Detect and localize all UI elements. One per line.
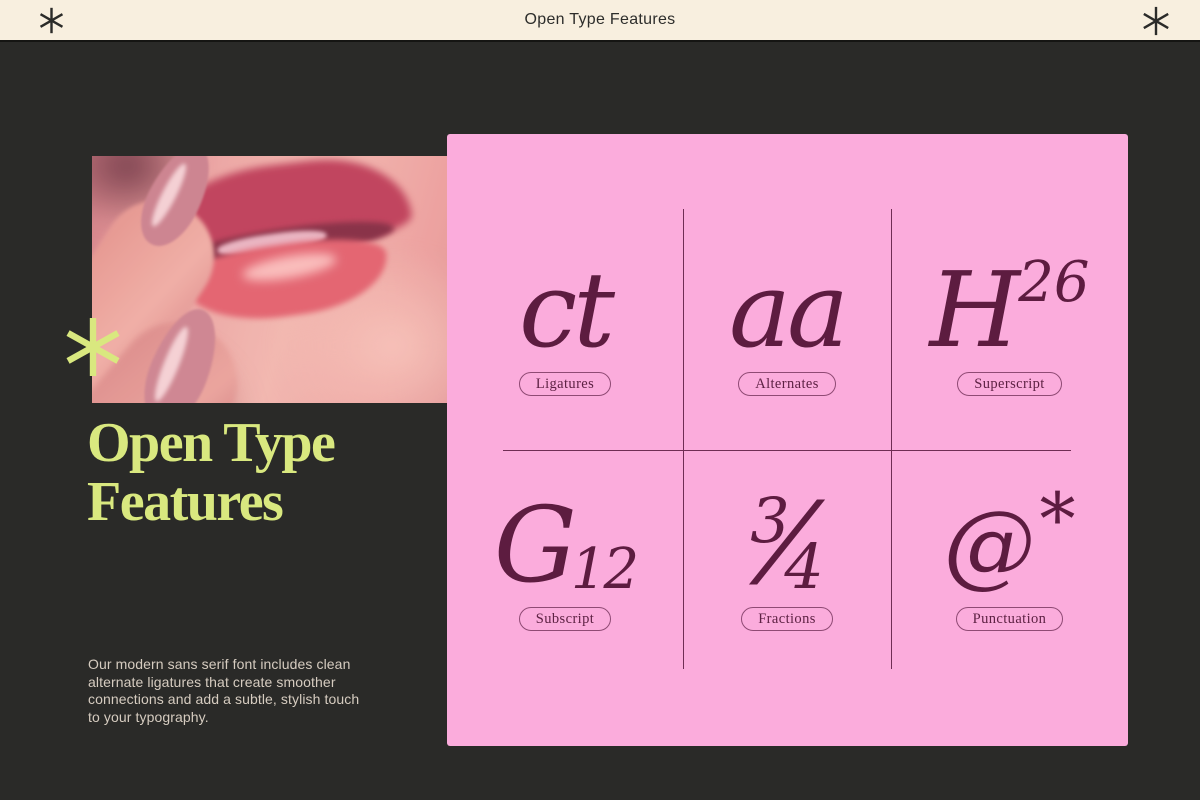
feature-label: Punctuation (973, 611, 1047, 628)
fraction-glyph: 3 ⁄ 4 (750, 489, 824, 601)
feature-cell-subscript: G 12 Subscript (447, 450, 683, 746)
description-text: Our modern sans serif font includes clea… (88, 656, 372, 726)
feature-cell-punctuation: @ * Punctuation (891, 450, 1128, 746)
alternates-glyph: aa (729, 254, 845, 366)
photo-tint-overlay (92, 156, 456, 403)
feature-cell-fractions: 3 ⁄ 4 Fractions (683, 450, 891, 746)
feature-label-pill: Superscript (957, 372, 1061, 396)
punctuation-glyph: @ * (944, 489, 1076, 601)
feature-label-pill: Subscript (519, 607, 611, 631)
feature-label-pill: Fractions (741, 607, 833, 631)
features-card: ct Ligatures aa Alternates H 26 Superscr… (447, 134, 1128, 746)
feature-label-pill: Ligatures (519, 372, 611, 396)
ligature-glyph: ct (519, 254, 611, 366)
subscript-glyph: G 12 (494, 489, 636, 601)
heading-line-2: Features (87, 473, 334, 532)
lips-photo (92, 156, 456, 403)
asterisk-icon (38, 7, 65, 34)
feature-cell-ligatures: ct Ligatures (447, 134, 683, 450)
feature-label-pill: Punctuation (956, 607, 1064, 631)
slide: Open Type Features (0, 0, 1200, 800)
feature-label: Alternates (755, 376, 819, 393)
feature-label-pill: Alternates (738, 372, 836, 396)
heading-line-1: Open Type (87, 414, 334, 473)
page-title: Open Type Features (525, 11, 676, 29)
accent-asterisk-icon (64, 316, 122, 378)
feature-label: Superscript (974, 376, 1044, 393)
feature-label: Fractions (758, 611, 816, 628)
feature-cell-alternates: aa Alternates (683, 134, 891, 450)
feature-label: Ligatures (536, 376, 594, 393)
feature-label: Subscript (536, 611, 594, 628)
feature-cell-superscript: H 26 Superscript (891, 134, 1128, 450)
asterisk-icon (1141, 6, 1171, 36)
section-heading: Open Type Features (87, 414, 334, 532)
superscript-glyph: H 26 (930, 254, 1090, 366)
top-bar: Open Type Features (0, 0, 1200, 42)
